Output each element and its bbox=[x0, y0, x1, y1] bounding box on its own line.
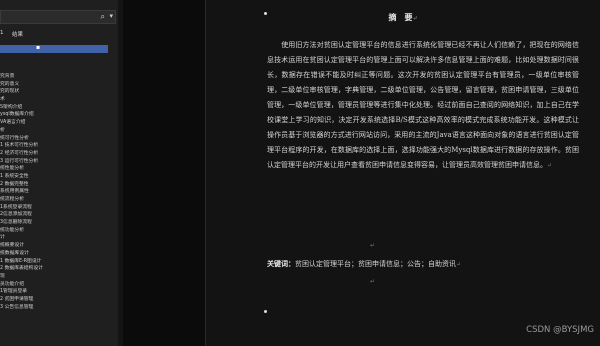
outline-item[interactable]: 2 数据库表结构设计 bbox=[0, 265, 118, 273]
outline-item[interactable]: VA语言介绍 bbox=[0, 119, 118, 127]
outline-item[interactable]: 统可行性分析 bbox=[0, 135, 118, 143]
selected-heading-row[interactable]: ▪ bbox=[0, 44, 108, 53]
keywords-label: 关键词： bbox=[267, 259, 295, 268]
heading-outline: 究背景 究的意义 究的现状术 S架构介绍 ysql数据库介绍 VA语言介绍析统可行性分析 1… bbox=[0, 73, 118, 311]
outline-item[interactable]: 统数据库设计 bbox=[0, 250, 118, 258]
nav-search-input[interactable]: ⌕ ▾ bbox=[0, 10, 116, 24]
outline-item[interactable]: 究的意义 bbox=[0, 81, 118, 89]
outline-item[interactable]: 2 经济可行性分析 bbox=[0, 150, 118, 158]
outline-item[interactable]: ysql数据库介绍 bbox=[0, 111, 118, 119]
paragraph-return-mark: ↵ bbox=[370, 242, 376, 249]
outline-item[interactable]: 1 系统安全性 bbox=[0, 173, 118, 181]
tab-results[interactable]: 结果 bbox=[12, 30, 23, 38]
abstract-body: 使用旧方法对贫困认定管理平台的信息进行系统化管理已经不再让人们信赖了，把现在的网… bbox=[267, 41, 580, 169]
outline-item[interactable]: 术 bbox=[0, 96, 118, 104]
outline-item[interactable]: 1系统登录流程 bbox=[0, 204, 118, 212]
abstract-title: 摘 要↵ bbox=[388, 12, 418, 22]
outline-item[interactable]: 1管理员登录 bbox=[0, 288, 118, 296]
outline-item[interactable]: 3信息删除流程 bbox=[0, 219, 118, 227]
csdn-watermark: CSDN @BYSJMG bbox=[526, 325, 594, 335]
outline-item[interactable]: 现 bbox=[0, 273, 118, 281]
search-icon[interactable]: ⌕ bbox=[101, 12, 105, 22]
outline-item[interactable]: 3 公告信息管理 bbox=[0, 304, 118, 312]
outline-item[interactable]: 究背景 bbox=[0, 73, 118, 81]
outline-item[interactable]: 统功能分析 bbox=[0, 227, 118, 235]
document-page[interactable]: 摘 要↵ 使用旧方法对贫困认定管理平台的信息进行系统化管理已经不再让人们信赖了，… bbox=[206, 0, 600, 346]
paragraph-mark-dot bbox=[264, 310, 267, 313]
outline-item[interactable]: 究的现状 bbox=[0, 88, 118, 96]
keywords-value: 贫困认定管理平台；贫困申请信息；公告；自助资讯 bbox=[295, 260, 456, 268]
outline-item[interactable]: 2 数据完整性 bbox=[0, 181, 118, 189]
outline-item[interactable]: 统流程分析 bbox=[0, 196, 118, 204]
keywords-line: 关键词：贫困认定管理平台；贫困申请信息；公告；自助资讯↵ bbox=[267, 259, 462, 268]
chevron-down-icon[interactable]: ▾ bbox=[109, 12, 113, 20]
outline-item[interactable]: 员功能介绍 bbox=[0, 281, 118, 289]
outline-item[interactable]: 统概要设计 bbox=[0, 242, 118, 250]
outline-item[interactable]: S架构介绍 bbox=[0, 104, 118, 112]
outline-item[interactable]: 1 数据库E-R图设计 bbox=[0, 258, 118, 266]
outline-item[interactable]: 统性能分析 bbox=[0, 165, 118, 173]
outline-item[interactable]: 计 bbox=[0, 234, 118, 242]
paragraph-return-mark: ↵ bbox=[370, 278, 376, 285]
outline-item[interactable]: 2 贫困申请管理 bbox=[0, 296, 118, 304]
outline-item[interactable]: 析 bbox=[0, 127, 118, 135]
outline-item[interactable]: 系统用例属性 bbox=[0, 188, 118, 196]
document-area: 摘 要↵ 使用旧方法对贫困认定管理平台的信息进行系统化管理已经不再让人们信赖了，… bbox=[123, 0, 600, 346]
outline-item[interactable]: 3 运行可行性分析 bbox=[0, 158, 118, 166]
selection-marker: ▪ bbox=[36, 44, 41, 51]
navigation-pane: ⌕ ▾ 1 结果 ▪ 究背景 究的意义 究的现状术 S架构介绍 ysql数据库介绍 VA语… bbox=[0, 0, 118, 346]
outline-item[interactable]: 1 技术可行性分析 bbox=[0, 142, 118, 150]
outline-item[interactable]: 2信息添加流程 bbox=[0, 211, 118, 219]
tab-headings[interactable]: 1 bbox=[0, 30, 4, 36]
